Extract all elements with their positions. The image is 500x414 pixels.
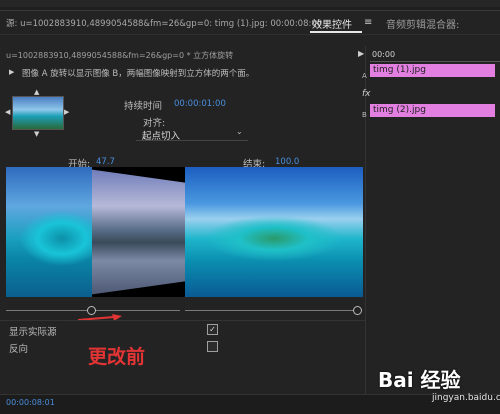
- preview-image-b: [92, 169, 185, 295]
- duration-value[interactable]: 00:00:01:00: [174, 99, 226, 109]
- source-label[interactable]: 源: u=1002883910,4899054588&fm=26&gp=0: t…: [6, 17, 322, 29]
- red-arrow-icon: [78, 314, 122, 321]
- duration-label: 持续时间: [124, 101, 163, 112]
- start-value[interactable]: 47.7: [96, 157, 115, 167]
- show-source-checkbox[interactable]: ✓: [207, 324, 218, 335]
- timeline-time: 00:00: [372, 50, 396, 59]
- timeline-ruler: [370, 61, 500, 62]
- watermark-url: jingyan.baidu.com: [432, 393, 500, 403]
- tab-audio-clip-mixer[interactable]: 音频剪辑混合器:: [386, 16, 459, 31]
- align-dropdown-value[interactable]: 起点切入: [142, 128, 180, 142]
- reverse-label: 反向: [9, 344, 29, 355]
- end-slider-track[interactable]: [185, 310, 357, 311]
- divider: [0, 320, 365, 321]
- thumb-right-icon[interactable]: ▶: [64, 108, 69, 116]
- transition-preview: [6, 167, 363, 297]
- effect-description: 图像 A 旋转以显示图像 B，两幅图像映射到立方体的两个面。: [22, 69, 255, 79]
- transition-thumbnail: [12, 96, 64, 130]
- thumb-up-icon[interactable]: ▲: [34, 88, 39, 96]
- clip-a[interactable]: timg (1).jpg: [370, 64, 495, 77]
- track-b-label: B: [362, 111, 367, 119]
- panel-menu-icon[interactable]: ≡: [364, 17, 372, 28]
- play-effect-icon[interactable]: ▶: [9, 68, 14, 76]
- clip-effect-path: u=1002883910,4899054588&fm=26&gp=0 * 立方体…: [6, 51, 234, 60]
- annotation-note: 更改前: [88, 346, 146, 368]
- preview-image-end: [185, 167, 363, 297]
- show-source-label: 显示实际源: [9, 327, 57, 338]
- chevron-down-icon[interactable]: ⌄: [236, 127, 243, 136]
- fx-icon[interactable]: fx: [362, 89, 371, 99]
- clip-b[interactable]: timg (2).jpg: [370, 104, 495, 117]
- active-tab-underline: [310, 31, 362, 33]
- top-strip: [0, 0, 500, 7]
- play-triangle-icon[interactable]: ▶: [358, 49, 364, 58]
- thumb-down-icon[interactable]: ▼: [34, 130, 39, 138]
- reverse-checkbox[interactable]: [207, 341, 218, 352]
- track-a-label: A: [362, 72, 367, 80]
- footer-time[interactable]: 00:00:08:01: [6, 398, 55, 407]
- tab-effect-controls[interactable]: 效果控件: [312, 16, 352, 31]
- end-slider-handle[interactable]: [353, 306, 362, 315]
- watermark-logo: Bai 经验: [378, 368, 461, 392]
- watermark: Bai 经验 jingyan.baidu.com: [378, 364, 500, 404]
- preview-image-a: [6, 167, 92, 297]
- end-value[interactable]: 100.0: [275, 157, 299, 167]
- thumb-left-icon[interactable]: ◀: [5, 108, 10, 116]
